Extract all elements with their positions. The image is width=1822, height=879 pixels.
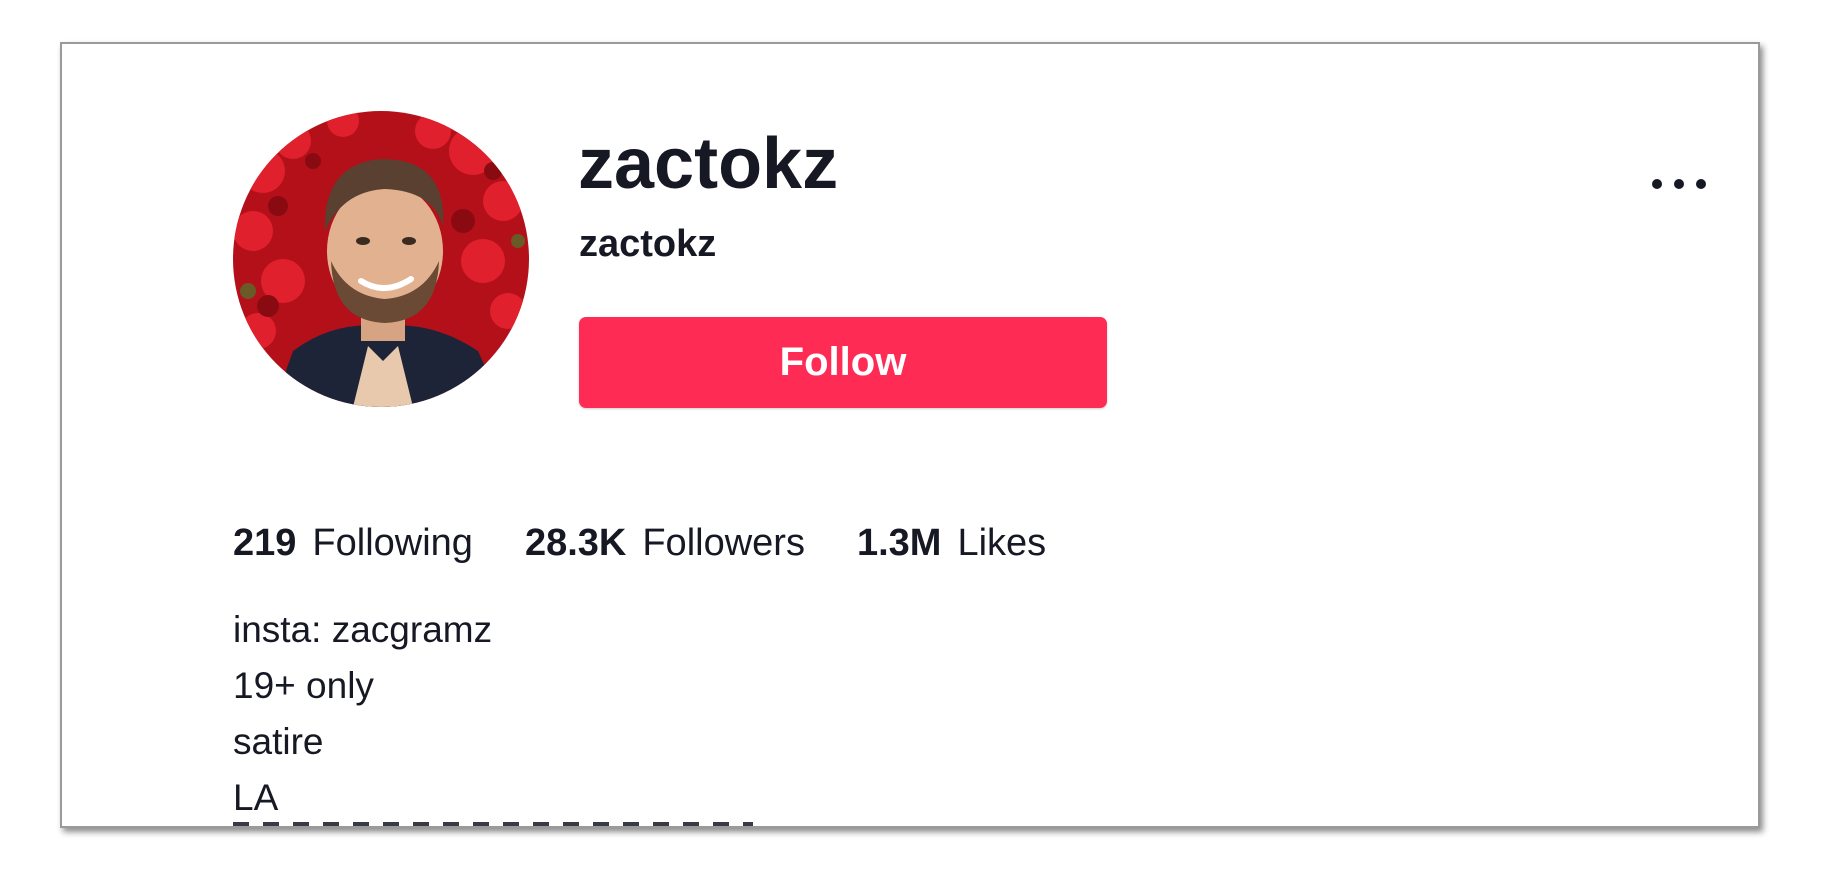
dot xyxy=(1674,179,1684,189)
avatar[interactable] xyxy=(233,111,529,407)
stat-value: 28.3K xyxy=(524,522,627,564)
profile-stats: 219 Following 28.3K Followers 1.3M Likes xyxy=(233,522,1098,565)
bio-line: 19+ only xyxy=(233,665,374,706)
stat-label: Followers xyxy=(642,522,805,564)
bio-line: LA xyxy=(233,777,279,818)
stat-value: 219 xyxy=(233,522,297,564)
display-name: zactokz xyxy=(578,124,839,204)
stat-label: Likes xyxy=(957,522,1047,564)
username-handle: zactokz xyxy=(579,223,717,265)
bio-line: satire xyxy=(233,721,324,762)
stat-label: Following xyxy=(312,522,473,564)
profile-card: zactokz zactokz Follow 219 Following 28.… xyxy=(60,42,1760,828)
truncated-text-line xyxy=(233,822,753,826)
stat-likes: 1.3M Likes xyxy=(857,522,1046,565)
stat-value: 1.3M xyxy=(856,522,942,564)
bio-line: insta: zacgramz xyxy=(233,609,493,650)
dot xyxy=(1652,179,1662,189)
stat-following[interactable]: 219 Following xyxy=(233,522,473,565)
stat-followers[interactable]: 28.3K Followers xyxy=(525,522,805,565)
follow-button[interactable]: Follow xyxy=(579,317,1107,408)
dot xyxy=(1696,179,1706,189)
more-options-icon[interactable] xyxy=(1652,164,1706,204)
profile-bio: insta: zacgramz 19+ only satire LA xyxy=(233,602,492,826)
